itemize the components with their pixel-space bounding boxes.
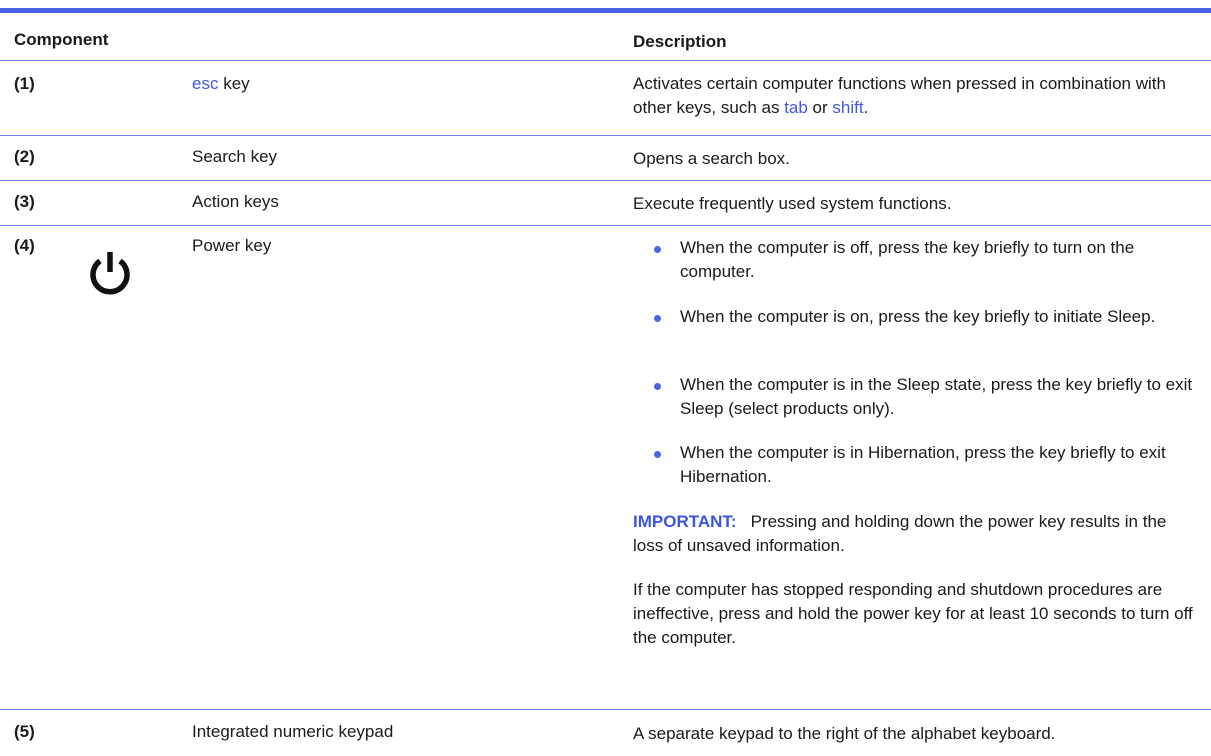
bullet xyxy=(654,383,661,390)
divider xyxy=(0,709,1211,710)
bullet-text: When the computer is on, press the key b… xyxy=(680,307,1156,326)
row-number: (1) xyxy=(14,74,35,93)
row-description: A separate keypad to the right of the al… xyxy=(633,724,1056,743)
row-name: Search key xyxy=(192,147,278,166)
bullet xyxy=(654,451,661,458)
row-name: Action keys xyxy=(192,192,279,211)
row-number: (5) xyxy=(14,722,35,741)
header-component: Component xyxy=(14,30,109,49)
power-icon xyxy=(90,252,130,295)
row-number: (3) xyxy=(14,192,35,211)
important-label: IMPORTANT: xyxy=(633,512,737,531)
row-name: Power key xyxy=(192,236,272,255)
tab-link[interactable]: tab xyxy=(784,98,808,117)
header-description: Description xyxy=(633,32,727,51)
table-top-border xyxy=(0,8,1211,13)
row-note: If the computer has stopped responding a… xyxy=(633,580,1193,647)
row-name: Integrated numeric keypad xyxy=(192,722,394,741)
row-name: esc key xyxy=(192,74,250,93)
bullet-text: When the computer is in the Sleep state,… xyxy=(680,375,1193,418)
row-description: Opens a search box. xyxy=(633,149,790,168)
row-description: Execute frequently used system functions… xyxy=(633,194,952,213)
esc-link[interactable]: esc xyxy=(192,74,218,93)
bullet-text: When the computer is in Hibernation, pre… xyxy=(680,443,1166,486)
divider xyxy=(0,225,1211,226)
important-note: IMPORTANT: Pressing and holding down the … xyxy=(633,512,1167,555)
divider xyxy=(0,60,1211,61)
divider xyxy=(0,135,1211,136)
row-number: (2) xyxy=(14,147,35,166)
bullet xyxy=(654,246,661,253)
row-description: Activates certain computer functions whe… xyxy=(633,74,1166,117)
shift-link[interactable]: shift xyxy=(832,98,863,117)
bullet-text: When the computer is off, press the key … xyxy=(680,238,1135,281)
bullet xyxy=(654,315,661,322)
divider xyxy=(0,180,1211,181)
row-number: (4) xyxy=(14,236,35,255)
